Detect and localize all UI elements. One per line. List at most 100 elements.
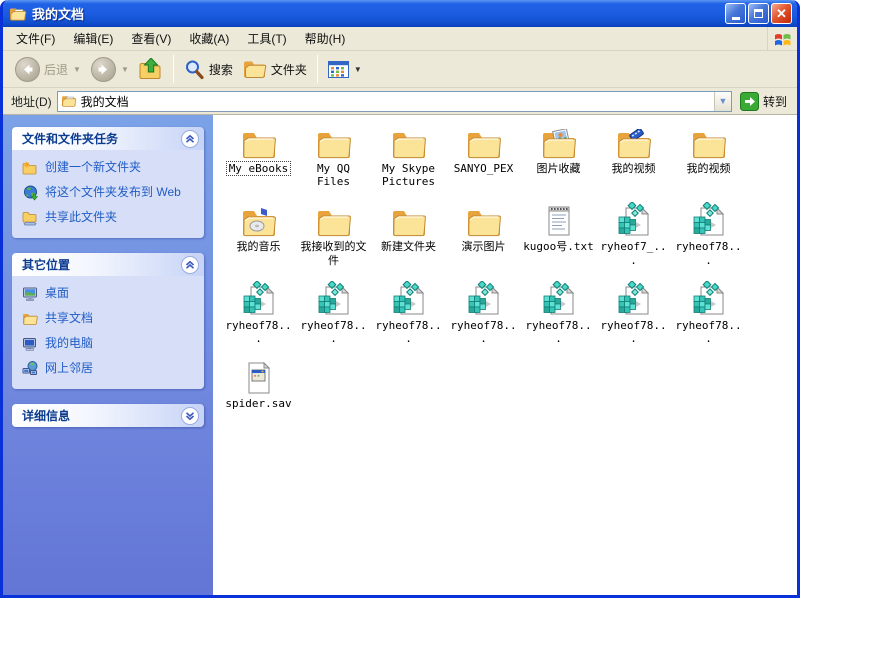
file-item[interactable]: ryheof78... <box>446 280 521 345</box>
file-label: ryheof78... <box>596 319 671 345</box>
file-item[interactable]: ryheof78... <box>221 280 296 345</box>
task-icon <box>22 336 38 352</box>
file-icon <box>315 123 353 160</box>
task-link[interactable]: 网上邻居 <box>22 361 198 377</box>
address-label: 地址(D) <box>11 93 52 110</box>
task-panel-body: 桌面 共享文档 我的电脑 网上邻居 <box>12 276 204 389</box>
file-item[interactable]: ryheof7_... <box>596 201 671 266</box>
file-item[interactable]: kugoo号.txt <box>521 201 596 253</box>
file-item[interactable]: 我的视频 <box>671 123 746 175</box>
file-item[interactable]: ryheof78... <box>671 201 746 266</box>
address-input[interactable]: 我的文档 ▼ <box>57 91 732 112</box>
file-label: kugoo号.txt <box>521 240 596 253</box>
task-icon <box>22 185 38 201</box>
file-icon <box>390 123 428 160</box>
menu-item[interactable]: 帮助(H) <box>296 27 355 50</box>
search-button[interactable]: 搜索 <box>180 56 237 83</box>
file-item[interactable]: 我的视频 <box>596 123 671 175</box>
folders-button[interactable]: 文件夹 <box>239 56 311 82</box>
file-icon <box>316 280 352 317</box>
task-label: 桌面 <box>45 286 69 301</box>
close-button[interactable]: ✕ <box>771 3 792 24</box>
task-panel-header[interactable]: 其它位置 <box>12 253 204 276</box>
minimize-icon <box>732 17 740 20</box>
address-bar: 地址(D) 我的文档 ▼ 转到 <box>3 88 797 115</box>
task-icon <box>22 160 38 176</box>
file-item[interactable]: 图片收藏 <box>521 123 596 175</box>
file-item[interactable]: My Skype Pictures <box>371 123 446 188</box>
views-button[interactable]: ▼ <box>324 58 366 81</box>
chevron-toggle-icon[interactable] <box>181 256 199 274</box>
menu-item[interactable]: 收藏(A) <box>180 27 238 50</box>
back-dropdown-icon[interactable]: ▼ <box>73 65 81 74</box>
file-item[interactable]: My QQ Files <box>296 123 371 188</box>
task-link[interactable]: 共享此文件夹 <box>22 210 198 226</box>
task-panel-title: 其它位置 <box>22 256 70 273</box>
task-panel-header[interactable]: 详细信息 <box>12 404 204 427</box>
file-item[interactable]: ryheof78... <box>296 280 371 345</box>
file-icon <box>315 201 353 238</box>
back-button[interactable]: 后退 ▼ <box>11 54 85 85</box>
file-icon: ** <box>245 358 273 395</box>
menu-item[interactable]: 编辑(E) <box>64 27 122 50</box>
file-icon <box>240 201 278 238</box>
up-button[interactable] <box>135 55 167 83</box>
task-link[interactable]: 共享文档 <box>22 311 198 327</box>
file-list-area[interactable]: My eBooks My QQ Files My Skype Pictures … <box>213 115 797 595</box>
chevron-toggle-icon[interactable] <box>181 407 199 425</box>
back-icon <box>15 57 40 82</box>
task-link[interactable]: 桌面 <box>22 286 198 302</box>
address-dropdown-icon[interactable]: ▼ <box>714 92 731 111</box>
file-label: ryheof78... <box>671 319 746 345</box>
file-item[interactable]: ryheof78... <box>521 280 596 345</box>
file-item[interactable]: 我的音乐 <box>221 201 296 253</box>
file-item[interactable]: ryheof78... <box>671 280 746 345</box>
file-item[interactable]: ryheof78... <box>371 280 446 345</box>
menu-item[interactable]: 查看(V) <box>122 27 180 50</box>
search-label: 搜索 <box>209 61 233 78</box>
menu-item[interactable]: 文件(F) <box>7 27 64 50</box>
file-label: ryheof78... <box>296 319 371 345</box>
forward-button[interactable]: ▼ <box>87 54 133 85</box>
file-grid: My eBooks My QQ Files My Skype Pictures … <box>221 123 797 423</box>
file-icon <box>465 201 503 238</box>
maximize-button[interactable] <box>748 3 769 24</box>
content-area: 文件和文件夹任务 创建一个新文件夹 将这个文件夹发布到 Web 共享此文件夹 其… <box>3 115 797 595</box>
forward-dropdown-icon[interactable]: ▼ <box>121 65 129 74</box>
file-item[interactable]: ryheof78... <box>596 280 671 345</box>
task-link[interactable]: 我的电脑 <box>22 336 198 352</box>
task-link[interactable]: 将这个文件夹发布到 Web <box>22 185 198 201</box>
file-icon <box>691 280 727 317</box>
file-icon <box>616 201 652 238</box>
file-item[interactable]: My eBooks <box>221 123 296 175</box>
task-link[interactable]: 创建一个新文件夹 <box>22 160 198 176</box>
file-icon <box>241 280 277 317</box>
file-label: spider.sav <box>223 397 293 410</box>
address-value: 我的文档 <box>81 93 710 110</box>
views-dropdown-icon[interactable]: ▼ <box>354 65 362 74</box>
window-title: 我的文档 <box>32 4 725 23</box>
file-icon <box>691 201 727 238</box>
file-icon <box>240 123 278 160</box>
file-icon <box>390 201 428 238</box>
menu-item[interactable]: 工具(T) <box>238 27 295 50</box>
task-label: 我的电脑 <box>45 336 93 351</box>
file-label: 我接收到的文件 <box>296 240 371 266</box>
file-item[interactable]: ** spider.sav <box>221 358 296 410</box>
folders-icon <box>243 59 267 79</box>
file-item[interactable]: SANYO_PEX <box>446 123 521 175</box>
file-item[interactable]: 演示图片 <box>446 201 521 253</box>
title-bar[interactable]: 我的文档 ✕ <box>3 0 797 27</box>
back-label: 后退 <box>44 61 68 78</box>
file-icon <box>616 280 652 317</box>
task-panel-header[interactable]: 文件和文件夹任务 <box>12 127 204 150</box>
file-item[interactable]: 新建文件夹 <box>371 201 446 253</box>
minimize-button[interactable] <box>725 3 746 24</box>
go-button[interactable]: 转到 <box>737 91 793 112</box>
task-label: 共享此文件夹 <box>45 210 117 225</box>
file-item[interactable]: 我接收到的文件 <box>296 201 371 266</box>
chevron-toggle-icon[interactable] <box>181 130 199 148</box>
task-label: 共享文档 <box>45 311 93 326</box>
toolbar-separator <box>173 55 174 83</box>
menu-items: 文件(F) 编辑(E) 查看(V) 收藏(A) 工具(T) 帮助(H) <box>7 27 354 50</box>
